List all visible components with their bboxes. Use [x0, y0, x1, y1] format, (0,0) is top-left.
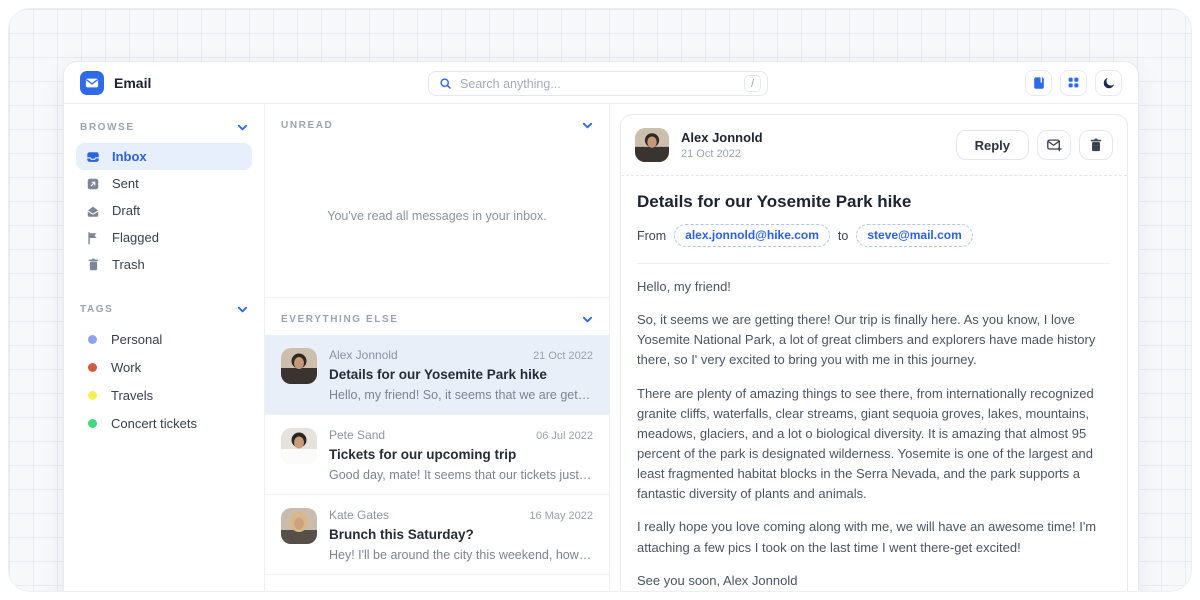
- tags-section-label: TAGS: [80, 304, 113, 315]
- email-preview: Hey! I'll be around the city this weeken…: [329, 548, 593, 562]
- sidebar-item-label: Trash: [112, 257, 145, 272]
- everything-else-collapse-chevron-icon[interactable]: [582, 314, 593, 325]
- browse-collapse-chevron-icon[interactable]: [237, 122, 248, 133]
- tag-item-concert-tickets[interactable]: Concert tickets: [76, 409, 252, 437]
- sidebar-item-sent[interactable]: Sent: [76, 170, 252, 197]
- email-preview: Good day, mate! It seems that our ticket…: [329, 468, 593, 482]
- tag-label: Travels: [111, 388, 153, 403]
- sidebar-item-inbox[interactable]: Inbox: [76, 143, 252, 170]
- tag-color-dot: [88, 419, 97, 428]
- search-icon: [439, 77, 452, 90]
- envelope-plus-icon: [1046, 137, 1062, 153]
- tag-color-dot: [88, 363, 97, 372]
- tag-label: Work: [111, 360, 141, 375]
- email-paragraph: See you soon, Alex Jonnold: [637, 571, 1111, 591]
- unread-empty-message: You've read all messages in your inbox.: [327, 209, 546, 223]
- inbox-icon: [86, 150, 100, 164]
- from-label: From: [637, 229, 666, 243]
- delete-mail-button[interactable]: [1079, 130, 1113, 160]
- search-input[interactable]: [460, 77, 736, 91]
- email-app-window: Email /: [63, 61, 1139, 592]
- unread-section-label: UNREAD: [281, 120, 333, 131]
- tag-label: Personal: [111, 332, 162, 347]
- email-list-item-alex[interactable]: Alex Jonnold 21 Oct 2022 Details for our…: [265, 335, 609, 415]
- avatar: [281, 428, 317, 464]
- tag-label: Concert tickets: [111, 416, 197, 431]
- unread-collapse-chevron-icon[interactable]: [582, 120, 593, 131]
- tag-color-dot: [88, 391, 97, 400]
- email-preview: Hello, my friend! So, it seems that we a…: [329, 388, 593, 402]
- email-detail-pane: Alex Jonnold 21 Oct 2022 Reply: [610, 104, 1138, 592]
- email-sender: Kate Gates: [329, 508, 389, 522]
- email-paragraph: There are plenty of amazing things to se…: [637, 384, 1111, 505]
- sent-icon: [86, 177, 100, 191]
- search-bar[interactable]: /: [428, 71, 768, 96]
- email-date: 16 May 2022: [529, 510, 593, 522]
- email-date: 06 Jul 2022: [536, 430, 593, 442]
- detail-sender-name: Alex Jonnold: [681, 130, 763, 145]
- email-logo-icon: [80, 71, 104, 95]
- app-header: Email /: [64, 62, 1138, 104]
- trash-icon: [1089, 138, 1103, 152]
- email-date: 21 Oct 2022: [533, 350, 593, 362]
- reply-button[interactable]: Reply: [956, 130, 1029, 160]
- sidebar-item-label: Inbox: [112, 149, 147, 164]
- email-paragraph: I really hope you love coming along with…: [637, 517, 1111, 557]
- everything-else-section-label: EVERYTHING ELSE: [281, 314, 399, 325]
- address-book-button[interactable]: [1025, 70, 1052, 96]
- message-list-column: UNREAD You've read all messages in your …: [264, 104, 610, 592]
- email-subject: Tickets for our upcoming trip: [329, 447, 593, 462]
- forward-mail-button[interactable]: [1037, 130, 1071, 160]
- tags-collapse-chevron-icon[interactable]: [237, 304, 248, 315]
- tag-item-personal[interactable]: Personal: [76, 325, 252, 353]
- trash-icon: [86, 258, 100, 271]
- email-detail-card: Alex Jonnold 21 Oct 2022 Reply: [620, 114, 1128, 592]
- email-subject: Brunch this Saturday?: [329, 527, 593, 542]
- apps-grid-button[interactable]: [1060, 70, 1087, 96]
- avatar: [635, 128, 669, 162]
- tag-item-work[interactable]: Work: [76, 353, 252, 381]
- to-email-chip[interactable]: steve@mail.com: [856, 224, 972, 247]
- email-subject: Details for our Yosemite Park hike: [329, 367, 593, 382]
- email-sender: Alex Jonnold: [329, 348, 398, 362]
- sidebar-item-label: Flagged: [112, 230, 159, 245]
- sidebar-item-label: Sent: [112, 176, 139, 191]
- email-paragraph: So, it seems we are getting there! Our t…: [637, 310, 1111, 370]
- email-sender: Pete Sand: [329, 428, 385, 442]
- detail-date: 21 Oct 2022: [681, 148, 763, 160]
- avatar: [281, 348, 317, 384]
- tag-color-dot: [88, 335, 97, 344]
- from-email-chip[interactable]: alex.jonnold@hike.com: [674, 224, 830, 247]
- browse-section-label: BROWSE: [80, 122, 135, 133]
- sidebar-item-trash[interactable]: Trash: [76, 251, 252, 278]
- sidebar: BROWSE Inbox Sent: [64, 104, 264, 592]
- avatar: [281, 508, 317, 544]
- email-paragraph: Hello, my friend!: [637, 277, 1111, 297]
- grid-background: Email /: [8, 8, 1192, 592]
- app-title: Email: [114, 75, 151, 91]
- flag-icon: [86, 231, 100, 245]
- email-list-item-pete[interactable]: Pete Sand 06 Jul 2022 Tickets for our up…: [265, 415, 609, 495]
- tag-item-travels[interactable]: Travels: [76, 381, 252, 409]
- detail-subject: Details for our Yosemite Park hike: [637, 192, 1111, 212]
- sidebar-item-label: Draft: [112, 203, 140, 218]
- sidebar-item-draft[interactable]: Draft: [76, 197, 252, 224]
- draft-icon: [86, 204, 100, 218]
- email-list-item-kate[interactable]: Kate Gates 16 May 2022 Brunch this Satur…: [265, 495, 609, 575]
- sidebar-item-flagged[interactable]: Flagged: [76, 224, 252, 251]
- to-label: to: [838, 229, 848, 243]
- email-body: Hello, my friend! So, it seems we are ge…: [637, 277, 1111, 591]
- search-shortcut-key: /: [744, 75, 761, 92]
- dark-mode-toggle[interactable]: [1095, 70, 1122, 96]
